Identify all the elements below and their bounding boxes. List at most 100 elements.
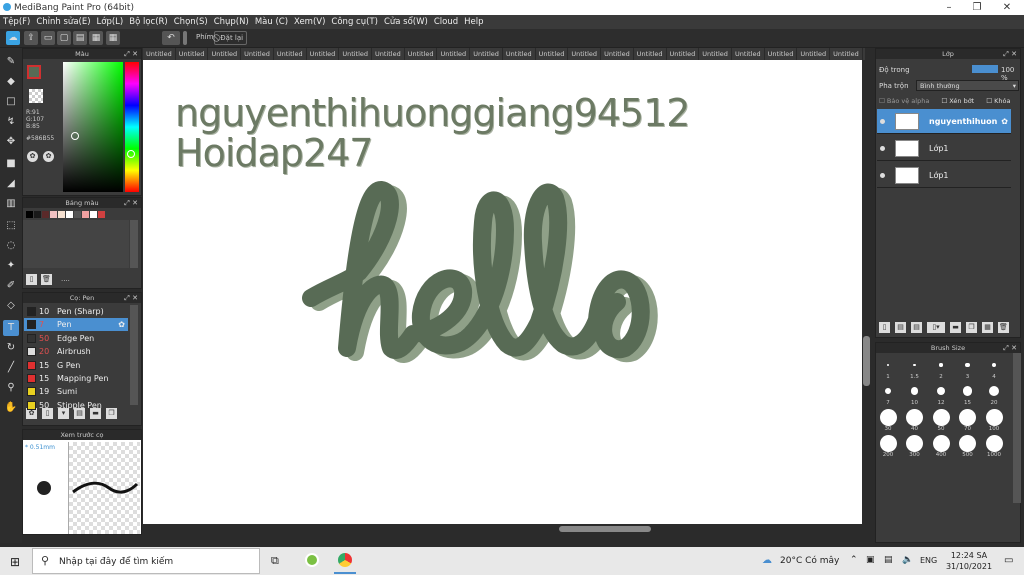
chrome-icon[interactable] (338, 553, 352, 567)
shape-tool-icon[interactable]: □ (3, 94, 19, 110)
protect-alpha-checkbox[interactable]: ☐ Bảo vệ alpha (879, 97, 929, 105)
coccoc-browser-icon[interactable] (305, 553, 319, 567)
language-indicator[interactable]: ENG (920, 556, 937, 565)
new-8bit-layer-icon[interactable]: ▤ (911, 322, 922, 333)
document-tab[interactable]: Untitled (765, 48, 798, 60)
select-pen-icon[interactable]: ✐ (3, 278, 19, 294)
document-tab[interactable]: Untitled (830, 48, 863, 60)
cloud-icon[interactable]: ☁ (6, 31, 20, 45)
brush-size-option[interactable]: 12 (929, 382, 953, 406)
brush-size-option[interactable]: 1000 (982, 434, 1006, 458)
menu-item-3[interactable]: Bộ lọc(R) (126, 15, 171, 29)
palette-swatch[interactable] (42, 211, 49, 218)
brush-size-option[interactable]: 50 (929, 408, 953, 432)
windows-start-icon[interactable]: ⊞ (10, 555, 20, 569)
document-tab[interactable]: Untitled (797, 48, 831, 60)
canvas-horizontal-scrollbar[interactable] (143, 524, 862, 534)
document-tab[interactable]: Untitled (536, 48, 569, 60)
document-tab[interactable]: Untitled (437, 48, 471, 60)
taskbar-search-box[interactable]: ⚲ Nhập tại đây để tìm kiếm (32, 548, 260, 574)
brush-item[interactable]: 15 Mapping Pen (24, 372, 128, 385)
weather-text[interactable]: 20°C Có mây (780, 556, 839, 566)
reset-button[interactable]: ⃠ Đặt lại (214, 31, 248, 45)
layer-visibility-icon[interactable] (880, 172, 885, 178)
layer-visibility-icon[interactable] (880, 145, 885, 151)
hue-slider[interactable] (125, 62, 139, 192)
background-color-swatch[interactable] (29, 89, 43, 103)
layer-item[interactable]: nguyenthihuon ✿ (877, 109, 1011, 134)
canvas-text-layer[interactable]: nguyenthihuonggiang94512 Hoidap247 (175, 93, 690, 173)
brush-size-option[interactable]: 20 (982, 382, 1006, 406)
eyedropper-icon[interactable]: ⚲ (3, 380, 19, 396)
text-tool-icon[interactable]: T (3, 320, 19, 336)
document-tab[interactable]: Untitled (405, 48, 438, 60)
menu-item-9[interactable]: Cửa sổ(W) (381, 15, 431, 29)
brush-size-option[interactable]: 1 (876, 356, 900, 380)
panel-close-icon[interactable]: ⤢ ✕ (124, 293, 138, 303)
document-tab[interactable]: Untitled (143, 48, 176, 60)
document-tab[interactable]: Untitled (274, 48, 307, 60)
color-picker-cursor[interactable] (71, 132, 79, 140)
divide-tool-icon[interactable]: ╱ (3, 360, 19, 376)
new-palette-icon[interactable]: ▯ (26, 274, 37, 285)
opacity-slider[interactable] (972, 65, 998, 73)
brush-size-option[interactable]: 30 (876, 408, 900, 432)
task-view-icon[interactable]: ⧉ (271, 554, 279, 568)
select-tool-icon[interactable]: ⬚ (3, 218, 19, 234)
tray-app-icon[interactable]: ▣ (866, 555, 875, 565)
menu-item-10[interactable]: Cloud (431, 15, 461, 29)
horizontal-scroll-thumb[interactable] (559, 526, 651, 532)
taskbar-clock[interactable]: 12:24 SA 31/10/2021 (944, 550, 994, 572)
layers-icon[interactable]: ▦ (89, 31, 103, 45)
eraser-tool-icon[interactable]: ◆ (3, 74, 19, 90)
palette-swatch[interactable] (98, 211, 105, 218)
document-tab[interactable]: Untitled (241, 48, 274, 60)
brush-size-option[interactable]: 300 (903, 434, 927, 458)
panel-close-icon[interactable]: ⤢ ✕ (124, 49, 138, 59)
layer-item[interactable]: Lớp1 (877, 163, 1011, 188)
document-tab[interactable]: Untitled (863, 48, 865, 60)
delete-palette-icon[interactable]: 🗑 (41, 274, 52, 285)
share-icon[interactable]: ▢ (57, 31, 71, 45)
upload-icon[interactable]: ⇪ (24, 31, 38, 45)
hand-tool-icon[interactable]: ✋ (3, 400, 19, 416)
undo-icon[interactable]: ↶ (162, 31, 180, 45)
layer-folder-icon[interactable]: ▬ (950, 322, 961, 333)
document-tab[interactable]: Untitled (470, 48, 503, 60)
document-tab[interactable]: Untitled (699, 48, 732, 60)
menu-item-1[interactable]: Chỉnh sửa(E) (33, 15, 93, 29)
notification-icon[interactable]: ▭ (1004, 555, 1013, 566)
color-add-icon[interactable]: ✿ (43, 151, 54, 162)
menu-item-5[interactable]: Chụp(N) (211, 15, 252, 29)
brush-size-option[interactable]: 3 (956, 356, 980, 380)
tray-expand-icon[interactable]: ⌃ (850, 555, 858, 565)
palette-scrollbar[interactable] (130, 220, 138, 268)
menu-item-4[interactable]: Chọn(S) (171, 15, 211, 29)
close-button[interactable]: ✕ (992, 0, 1022, 15)
lasso-tool-icon[interactable]: ◌ (3, 238, 19, 254)
brush-item[interactable]: 50 Edge Pen (24, 332, 128, 345)
palette-swatch[interactable] (34, 211, 41, 218)
add-layer-menu-icon[interactable]: ▯▾ (927, 322, 945, 333)
document-tab[interactable]: Untitled (208, 48, 242, 60)
bucket-tool-icon[interactable]: ◢ (3, 176, 19, 192)
chat-icon[interactable]: ▭ (41, 31, 55, 45)
delete-layer-icon[interactable]: 🗑 (998, 322, 1009, 333)
brush-list-scrollbar[interactable] (130, 305, 138, 405)
document-tab[interactable]: Untitled (568, 48, 602, 60)
palette-swatch[interactable] (90, 211, 97, 218)
brush-size-option[interactable]: 10 (903, 382, 927, 406)
document-tab[interactable]: Untitled (307, 48, 340, 60)
blend-mode-select[interactable]: Bình thường ▾ (916, 80, 1019, 91)
brush-item[interactable]: 19 Sumi (24, 385, 128, 398)
document-tab[interactable]: Untitled (667, 48, 700, 60)
drawing-canvas[interactable]: nguyenthihuonggiang94512 Hoidap247 hello (143, 60, 865, 532)
brush-tool-icon[interactable]: ✎ (3, 54, 19, 70)
gear-icon[interactable]: ✿ (118, 320, 125, 329)
document-tab[interactable]: Untitled (503, 48, 536, 60)
operation-tool-icon[interactable]: ↻ (3, 340, 19, 356)
gradient-tool-icon[interactable]: ▥ (3, 196, 19, 212)
palette-swatch[interactable] (58, 211, 65, 218)
brush-item[interactable]: 10 Pen (Sharp) (24, 305, 128, 318)
palette-swatch[interactable] (26, 211, 33, 218)
